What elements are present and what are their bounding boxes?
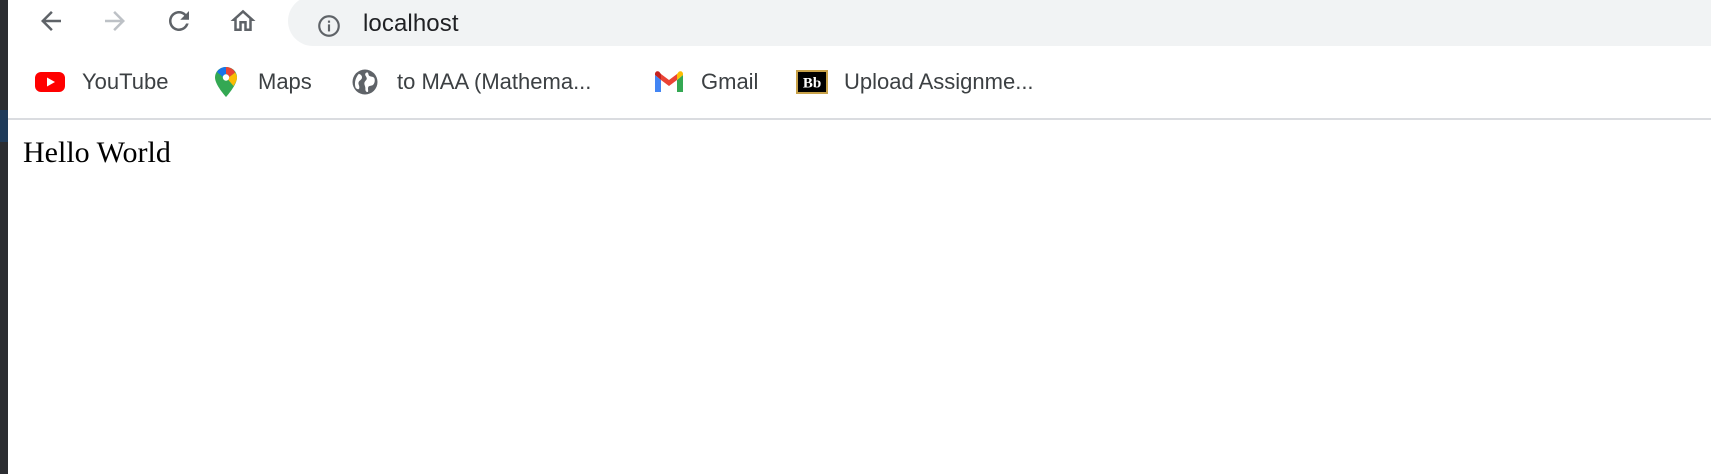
- maps-pin-icon: [210, 66, 242, 98]
- bookmark-label: Maps: [258, 69, 312, 94]
- back-button[interactable]: [33, 3, 69, 39]
- arrow-right-icon: [105, 11, 125, 31]
- info-circle-icon: [318, 15, 340, 37]
- bookmark-label: to MAA (Mathema...: [397, 69, 592, 94]
- bookmark-maps[interactable]: Maps: [210, 60, 312, 104]
- page-content: Hello World: [8, 120, 1711, 474]
- address-bar[interactable]: localhost: [288, 0, 1711, 46]
- svg-text:Bb: Bb: [803, 76, 821, 92]
- globe-icon: [349, 66, 381, 98]
- bookmark-gmail[interactable]: Gmail: [653, 60, 758, 104]
- bookmark-youtube[interactable]: YouTube: [34, 60, 168, 104]
- forward-button[interactable]: [97, 3, 133, 39]
- site-info-icon[interactable]: [315, 12, 343, 40]
- bookmark-label: Upload Assignme...: [844, 69, 1034, 94]
- bookmark-maa[interactable]: to MAA (Mathema...: [349, 60, 591, 104]
- reload-icon: [169, 10, 189, 31]
- bookmark-label: Gmail: [701, 69, 759, 94]
- blackboard-icon: Bb: [796, 66, 828, 98]
- youtube-icon: [34, 66, 66, 98]
- bookmark-upload-assignment[interactable]: Bb Upload Assignme...: [796, 60, 1034, 104]
- arrow-left-icon: [41, 11, 61, 31]
- url-text[interactable]: localhost: [363, 9, 459, 39]
- browser-toolbar: localhost: [8, 0, 1711, 48]
- bookmark-label: YouTube: [82, 69, 169, 94]
- gmail-icon: [653, 66, 685, 98]
- browser-window: localhost YouTube Maps to MAA (Mathema..…: [8, 0, 1711, 474]
- reload-button[interactable]: [161, 3, 197, 39]
- home-icon: [230, 9, 256, 31]
- home-button[interactable]: [225, 3, 261, 39]
- left-window-edge-accent: [0, 110, 8, 142]
- bookmarks-bar: YouTube Maps to MAA (Mathema... Gmail Bb…: [8, 60, 1711, 106]
- left-window-edge: [0, 0, 8, 474]
- page-text: Hello World: [23, 136, 171, 169]
